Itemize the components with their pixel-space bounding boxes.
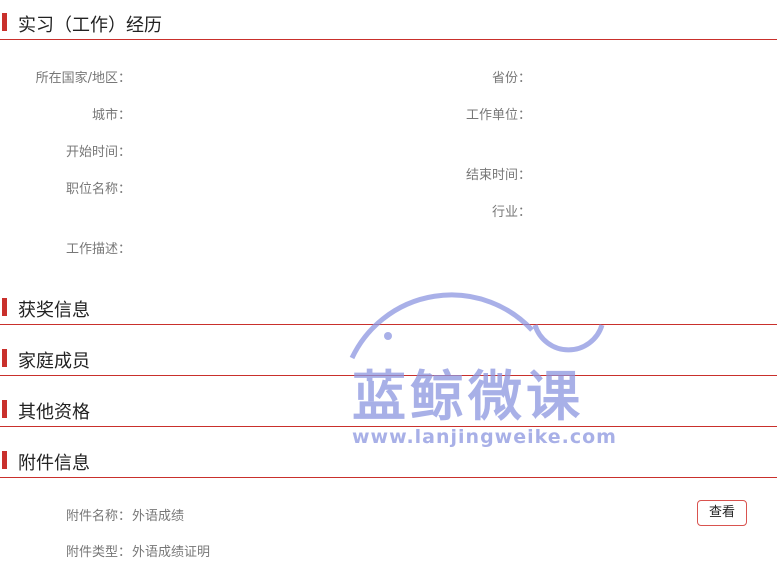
section-marker bbox=[2, 400, 7, 418]
section-header-internship: 实习（工作）经历 bbox=[0, 4, 777, 40]
section-marker bbox=[2, 349, 7, 367]
employer-label: 工作单位： bbox=[465, 108, 531, 123]
section-title-awards: 获奖信息 bbox=[18, 300, 90, 321]
watermark-url: www.lanjingweike.com bbox=[352, 426, 617, 448]
end-time-label: 结束时间： bbox=[465, 168, 531, 183]
attachment-name-label: 附件名称： bbox=[65, 509, 131, 524]
section-title-attachments: 附件信息 bbox=[18, 453, 90, 474]
section-marker bbox=[2, 451, 7, 469]
section-marker bbox=[2, 13, 7, 31]
watermark-brand: 蓝鲸微课 bbox=[352, 365, 584, 428]
start-time-label: 开始时间： bbox=[65, 145, 131, 160]
section-title-internship: 实习（工作）经历 bbox=[18, 15, 162, 36]
attachment-type-value: 外语成绩证明 bbox=[132, 545, 211, 560]
city-label: 城市： bbox=[91, 108, 131, 123]
description-label: 工作描述： bbox=[65, 242, 131, 257]
section-header-awards: 获奖信息 bbox=[0, 289, 777, 325]
position-label: 职位名称： bbox=[65, 182, 131, 197]
industry-label: 行业： bbox=[491, 205, 531, 220]
section-marker bbox=[2, 298, 7, 316]
section-title-family: 家庭成员 bbox=[18, 351, 90, 372]
province-label: 省份： bbox=[491, 71, 531, 86]
attachment-type-label: 附件类型： bbox=[65, 545, 131, 560]
section-title-qualifications: 其他资格 bbox=[18, 402, 90, 423]
attachment-name-value: 外语成绩 bbox=[132, 509, 185, 524]
country-label: 所在国家/地区： bbox=[35, 71, 131, 86]
view-attachment-button[interactable]: 查看 bbox=[697, 500, 747, 526]
